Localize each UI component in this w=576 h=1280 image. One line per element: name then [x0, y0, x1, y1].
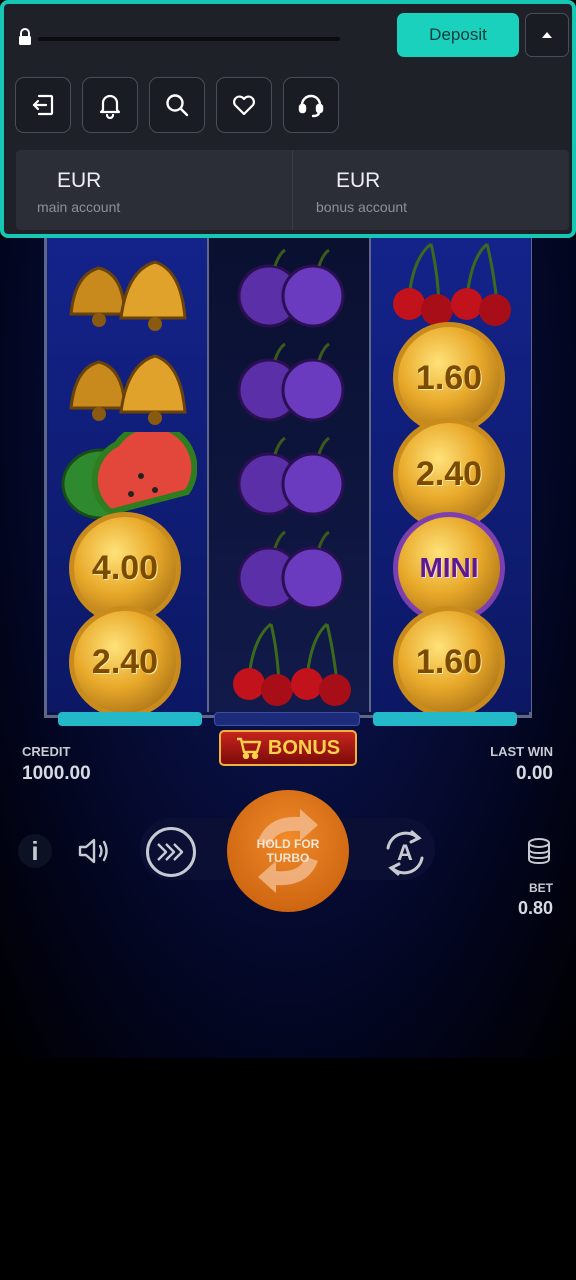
bell-symbol	[69, 260, 187, 331]
bet-label: BET	[529, 881, 553, 895]
bell-icon	[99, 94, 121, 119]
reel-3: 1.60 2.40 MINI 1.60	[371, 238, 531, 718]
quick-actions	[15, 77, 339, 133]
plum-symbol	[237, 530, 345, 610]
last-win-label: LAST WIN	[490, 744, 553, 759]
support-button[interactable]	[283, 77, 339, 133]
spin-label-line-2: TURBO	[266, 851, 310, 865]
caret-up-icon	[542, 32, 552, 38]
speaker-icon	[78, 838, 108, 864]
coin-value: 2.40	[91, 642, 159, 681]
bonus-account-currency: EUR	[336, 169, 381, 192]
credit-label: CREDIT	[22, 744, 71, 759]
coin-value: 1.60	[415, 642, 483, 681]
spin-hint: HOLD FOR TURBO	[257, 837, 320, 865]
watermelon-symbol	[61, 432, 197, 520]
info-button[interactable]: i	[18, 834, 52, 868]
level-progress-bar	[38, 37, 340, 41]
main-account-currency: EUR	[57, 169, 102, 192]
spin-label-line-1: HOLD FOR	[256, 837, 320, 851]
balances: EUR main account EUR bonus account	[16, 150, 569, 230]
info-icon: i	[31, 835, 39, 866]
autoplay-button[interactable]: A	[378, 826, 432, 880]
bonus-buy-button[interactable]: BONUS	[219, 730, 357, 766]
plum-symbol	[237, 436, 345, 516]
coin-stack-icon	[528, 838, 550, 865]
reels-frame: 4.00 2.40 1.60 2.40 MINI 1.60	[44, 238, 532, 718]
search-icon	[166, 94, 189, 117]
coin-value: 1.60	[415, 358, 483, 397]
bonus-label: BONUS	[267, 736, 341, 759]
reel-1: 4.00 2.40	[47, 238, 207, 718]
notifications-button[interactable]	[82, 77, 138, 133]
last-win-value: 0.00	[516, 763, 553, 784]
search-button[interactable]	[149, 77, 205, 133]
slot-game: 4.00 2.40 1.60 2.40 MINI 1.60 BONUS CRED…	[0, 238, 576, 1058]
coin-value: 4.00	[91, 548, 159, 587]
account-panel: Deposit EUR main account EUR bonus accou…	[0, 0, 576, 238]
credit-value: 1000.00	[22, 763, 91, 784]
turbo-button[interactable]	[146, 827, 196, 877]
bell-symbol	[69, 354, 187, 425]
lock-icon	[19, 28, 31, 45]
cherry-symbol	[233, 622, 351, 706]
reel-2-base	[214, 712, 360, 726]
coin-value: MINI	[419, 552, 479, 583]
main-account-label: main account	[37, 199, 121, 215]
main-account[interactable]: EUR main account	[16, 150, 292, 230]
coin-value: 2.40	[415, 454, 483, 493]
cherry-symbol	[393, 242, 511, 326]
logout-button[interactable]	[15, 77, 71, 133]
headset-icon	[298, 94, 324, 118]
shopping-cart-icon	[236, 737, 262, 759]
collapse-panel-button[interactable]	[525, 13, 569, 57]
plum-symbol	[237, 248, 345, 328]
reel-2	[209, 238, 369, 712]
bonus-account[interactable]: EUR bonus account	[292, 150, 569, 230]
coin-symbol: 2.40	[69, 606, 181, 718]
reel-3-base	[373, 712, 517, 726]
autoplay-letter: A	[397, 840, 413, 865]
reel-1-base	[58, 712, 202, 726]
sound-button[interactable]	[74, 832, 114, 870]
bet-settings-button[interactable]	[522, 834, 556, 868]
logout-icon	[32, 94, 54, 116]
fast-forward-icon	[157, 843, 184, 861]
bonus-account-label: bonus account	[316, 199, 408, 215]
heart-icon	[233, 95, 255, 116]
plum-symbol	[237, 342, 345, 422]
coin-symbol: 1.60	[393, 606, 505, 718]
favorites-button[interactable]	[216, 77, 272, 133]
spin-button[interactable]: HOLD FOR TURBO	[227, 790, 349, 912]
bet-value: 0.80	[517, 898, 553, 918]
deposit-button[interactable]: Deposit	[397, 13, 519, 57]
